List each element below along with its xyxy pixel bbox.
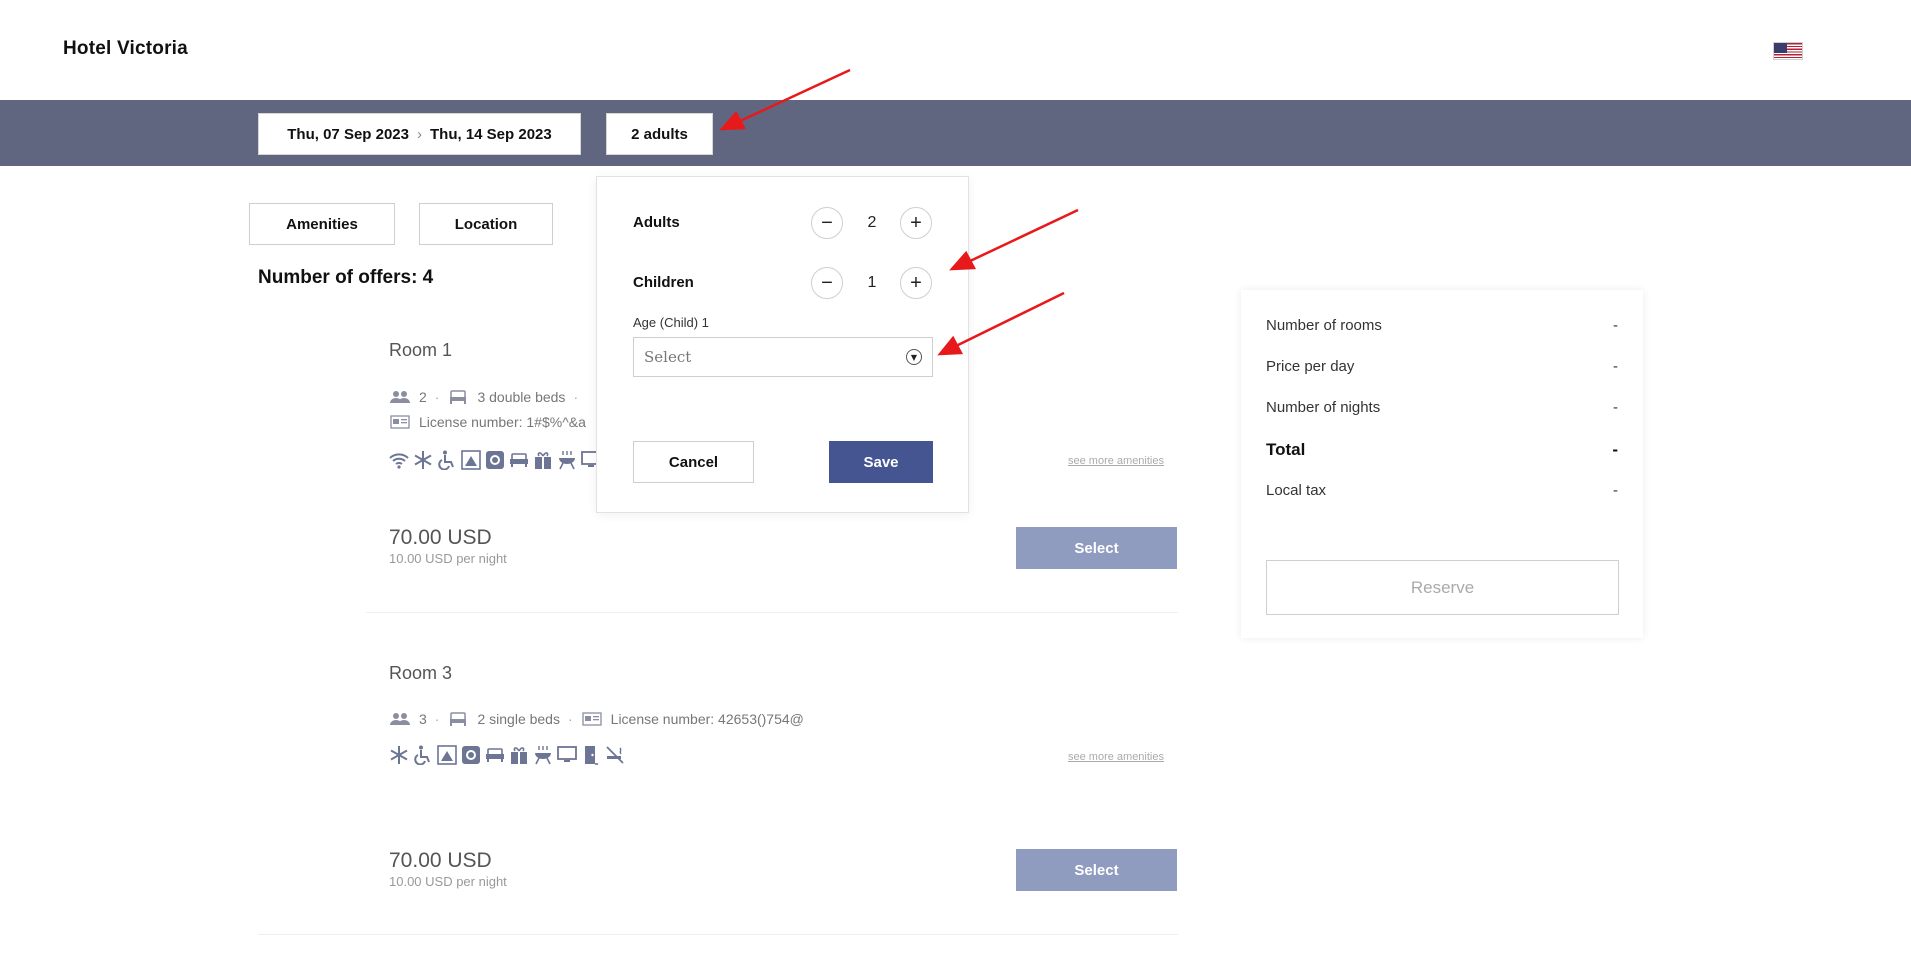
room-license: License number: 1#$%^&a [389, 414, 586, 430]
sofa-icon [509, 450, 529, 470]
children-increment-button[interactable]: + [900, 267, 932, 299]
snowflake-icon [389, 745, 409, 765]
room-guests: 3 [419, 711, 427, 727]
grill-icon [533, 745, 553, 765]
room-beds: 3 double beds [477, 389, 566, 405]
license-icon [389, 414, 411, 430]
guests-icon [389, 711, 411, 727]
divider [258, 934, 1178, 935]
see-more-amenities-link[interactable]: see more amenities [1068, 751, 1164, 763]
child-age-label: Age (Child) 1 [633, 315, 709, 330]
bed-icon [447, 389, 469, 405]
hotel-name[interactable]: Hotel Victoria [63, 38, 188, 60]
children-decrement-button[interactable]: − [811, 267, 843, 299]
room-price: 70.00 USD [389, 526, 492, 549]
booking-summary: Number of rooms - Price per day - Number… [1241, 290, 1643, 638]
tv-icon [557, 745, 577, 765]
room-meta: 2 · 3 double beds · [389, 389, 578, 405]
summary-row-total: Total - [1266, 440, 1618, 459]
gift-icon [533, 450, 553, 470]
see-more-amenities-link[interactable]: see more amenities [1068, 455, 1164, 467]
cancel-button[interactable]: Cancel [633, 441, 754, 483]
divider [366, 612, 1178, 613]
save-button[interactable]: Save [829, 441, 933, 483]
arrow-to-children [967, 208, 1079, 264]
children-label: Children [633, 274, 694, 291]
license-icon [581, 711, 603, 727]
room-license: License number: 42653()754@ [610, 711, 804, 727]
guests-popup: Adults − 2 + Children − 1 + Age (Child) … [596, 176, 969, 513]
adults-decrement-button[interactable]: − [811, 207, 843, 239]
room-title: Room 1 [389, 340, 453, 360]
guests-selector[interactable]: 2 adults [606, 113, 713, 155]
reserve-button[interactable]: Reserve [1266, 560, 1619, 615]
adults-count: 2 [867, 214, 877, 231]
summary-row-local-tax: Local tax - [1266, 482, 1618, 499]
door-icon [581, 745, 601, 765]
location-filter-button[interactable]: Location [419, 203, 553, 245]
wheelchair-icon [437, 450, 457, 470]
summary-row-price-per-day: Price per day - [1266, 358, 1618, 375]
select-room-button[interactable]: Select [1016, 527, 1177, 569]
no-smoking-icon [605, 745, 625, 765]
room-price-per-night: 10.00 USD per night [389, 874, 507, 889]
amenities-row [389, 745, 625, 765]
adults-increment-button[interactable]: + [900, 207, 932, 239]
amenities-row [389, 450, 601, 470]
room-meta: 3 · 2 single beds · License number: 4265… [389, 711, 804, 727]
check-out-date: Thu, 14 Sep 2023 [430, 125, 552, 143]
child-age-select[interactable]: Select ▼ [633, 337, 933, 377]
pool-view-icon [437, 745, 457, 765]
chevron-down-icon: ▼ [906, 349, 922, 365]
snowflake-icon [413, 450, 433, 470]
guests-icon [389, 389, 411, 405]
chevron-right-icon: › [417, 125, 422, 143]
safe-icon [461, 745, 481, 765]
room-guests: 2 [419, 389, 427, 405]
check-in-date: Thu, 07 Sep 2023 [287, 125, 409, 143]
summary-row-nights: Number of nights - [1266, 399, 1618, 416]
children-count: 1 [867, 274, 877, 291]
arrow-to-age-select [955, 291, 1065, 348]
offers-count: Number of offers: 4 [258, 267, 434, 288]
bed-icon [447, 711, 469, 727]
room-beds: 2 single beds [477, 711, 560, 727]
select-room-button[interactable]: Select [1016, 849, 1177, 891]
child-age-placeholder: Select [644, 348, 692, 366]
room-price: 70.00 USD [389, 849, 492, 872]
wifi-icon [389, 450, 409, 470]
wheelchair-icon [413, 745, 433, 765]
room-price-per-night: 10.00 USD per night [389, 551, 507, 566]
sofa-icon [485, 745, 505, 765]
amenities-filter-button[interactable]: Amenities [249, 203, 395, 245]
safe-icon [485, 450, 505, 470]
us-flag-icon[interactable] [1773, 42, 1803, 60]
grill-icon [557, 450, 577, 470]
date-range-picker[interactable]: Thu, 07 Sep 2023 › Thu, 14 Sep 2023 [258, 113, 581, 155]
adults-label: Adults [633, 214, 680, 231]
summary-row-rooms: Number of rooms - [1266, 317, 1618, 334]
gift-icon [509, 745, 529, 765]
pool-view-icon [461, 450, 481, 470]
room-title: Room 3 [389, 663, 453, 683]
